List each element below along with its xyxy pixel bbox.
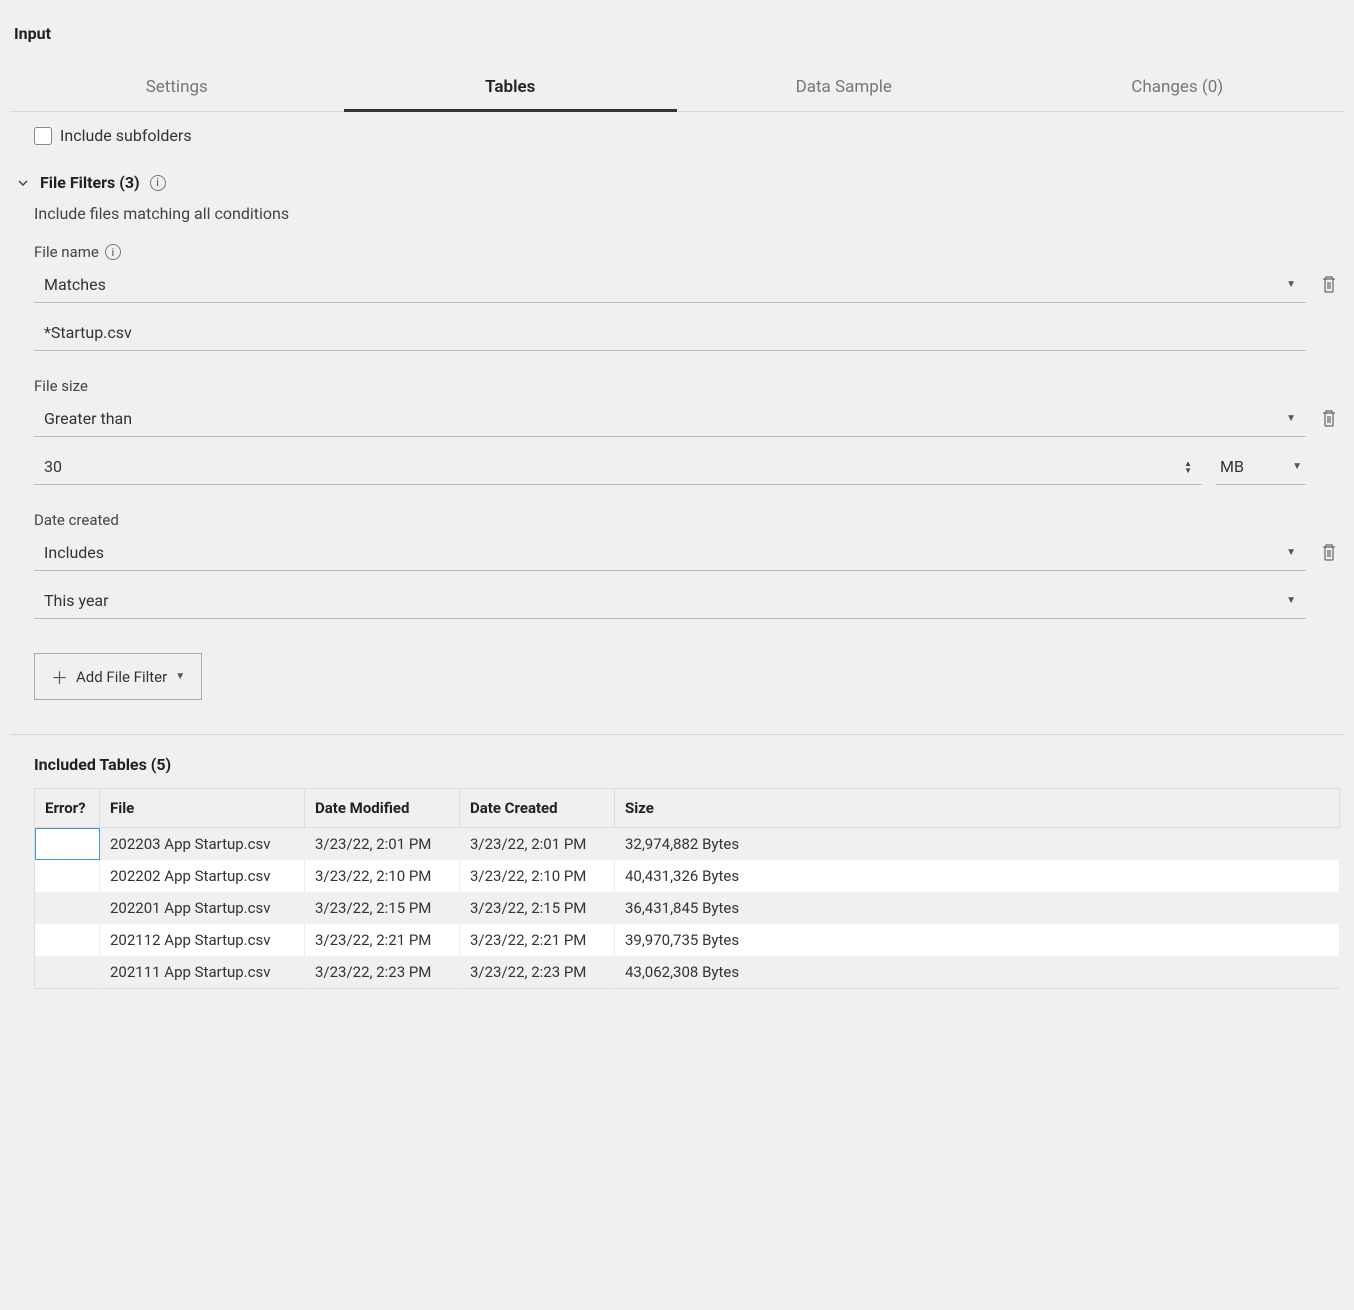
table-row[interactable]: 202111 App Startup.csv 3/23/22, 2:23 PM … [35, 956, 1340, 989]
caret-down-icon: ▼ [1286, 279, 1296, 290]
cell-created[interactable]: 3/23/22, 2:15 PM [460, 892, 615, 924]
tab-tables[interactable]: Tables [344, 63, 678, 111]
included-tables-title: Included Tables (5) [34, 755, 1340, 774]
filter-filesize-label: File size [34, 377, 88, 395]
cell-modified[interactable]: 3/23/22, 2:21 PM [305, 924, 460, 956]
cell-modified[interactable]: 3/23/22, 2:10 PM [305, 860, 460, 892]
cell-size[interactable]: 39,970,735 Bytes [615, 924, 1340, 956]
cell-size[interactable]: 32,974,882 Bytes [615, 828, 1340, 861]
tab-settings[interactable]: Settings [10, 63, 344, 111]
table-row[interactable]: 202201 App Startup.csv 3/23/22, 2:15 PM … [35, 892, 1340, 924]
cell-created[interactable]: 3/23/22, 2:01 PM [460, 828, 615, 861]
tab-changes[interactable]: Changes (0) [1011, 63, 1345, 111]
trash-icon[interactable] [1320, 274, 1340, 296]
cell-error[interactable] [35, 860, 100, 892]
filter-filesize-value-text: 30 [44, 457, 62, 476]
filter-datecreated-value[interactable]: This year ▼ [34, 583, 1306, 619]
caret-down-icon: ▼ [1286, 547, 1296, 558]
table-row[interactable]: 202203 App Startup.csv 3/23/22, 2:01 PM … [35, 828, 1340, 861]
filter-filename-value-input[interactable]: *Startup.csv [34, 315, 1306, 351]
filter-filesize-value-input[interactable]: 30 ▲ ▼ [34, 449, 1202, 485]
filter-datecreated-label: Date created [34, 511, 119, 529]
cell-error[interactable] [35, 924, 100, 956]
number-stepper[interactable]: ▲ ▼ [1184, 460, 1192, 474]
cell-created[interactable]: 3/23/22, 2:23 PM [460, 956, 615, 989]
stepper-down-icon[interactable]: ▼ [1184, 467, 1192, 474]
cell-size[interactable]: 40,431,326 Bytes [615, 860, 1340, 892]
chevron-down-icon[interactable] [16, 176, 30, 190]
filter-filesize-operator[interactable]: Greater than ▼ [34, 401, 1306, 437]
tab-bar: Settings Tables Data Sample Changes (0) [10, 63, 1344, 112]
filter-filesize-operator-value: Greater than [44, 409, 132, 428]
filter-datecreated-operator[interactable]: Includes ▼ [34, 535, 1306, 571]
table-row[interactable]: 202112 App Startup.csv 3/23/22, 2:21 PM … [35, 924, 1340, 956]
info-icon[interactable]: i [150, 175, 166, 191]
cell-size[interactable]: 43,062,308 Bytes [615, 956, 1340, 989]
col-header-error[interactable]: Error? [35, 789, 100, 828]
filter-filesize-unit-value: MB [1220, 457, 1244, 476]
cell-created[interactable]: 3/23/22, 2:10 PM [460, 860, 615, 892]
filter-filesize-unit[interactable]: MB ▼ [1216, 449, 1306, 485]
filter-filename-value-text: *Startup.csv [44, 323, 132, 342]
caret-down-icon: ▼ [175, 671, 185, 682]
include-subfolders-label: Include subfolders [60, 126, 192, 145]
cell-modified[interactable]: 3/23/22, 2:23 PM [305, 956, 460, 989]
cell-file[interactable]: 202112 App Startup.csv [100, 924, 305, 956]
cell-file[interactable]: 202202 App Startup.csv [100, 860, 305, 892]
cell-modified[interactable]: 3/23/22, 2:15 PM [305, 892, 460, 924]
table-row[interactable]: 202202 App Startup.csv 3/23/22, 2:10 PM … [35, 860, 1340, 892]
cell-error[interactable] [35, 828, 100, 861]
filter-filename-operator[interactable]: Matches ▼ [34, 267, 1306, 303]
caret-down-icon: ▼ [1292, 461, 1302, 472]
cell-created[interactable]: 3/23/22, 2:21 PM [460, 924, 615, 956]
filter-datecreated-operator-value: Includes [44, 543, 104, 562]
filter-filename-operator-value: Matches [44, 275, 106, 294]
filter-filename-label: File name [34, 243, 99, 261]
caret-down-icon: ▼ [1286, 595, 1296, 606]
col-header-modified[interactable]: Date Modified [305, 789, 460, 828]
trash-icon[interactable] [1320, 542, 1340, 564]
include-subfolders-checkbox[interactable] [34, 127, 52, 145]
cell-file[interactable]: 202111 App Startup.csv [100, 956, 305, 989]
plus-icon: ＋ [51, 664, 68, 689]
add-file-filter-button[interactable]: ＋ Add File Filter ▼ [34, 653, 202, 700]
file-filters-subtitle: Include files matching all conditions [34, 192, 1340, 243]
trash-icon[interactable] [1320, 408, 1340, 430]
caret-down-icon: ▼ [1286, 413, 1296, 424]
cell-error[interactable] [35, 892, 100, 924]
cell-file[interactable]: 202203 App Startup.csv [100, 828, 305, 861]
file-filters-title: File Filters (3) [40, 173, 140, 192]
add-file-filter-label: Add File Filter [76, 668, 167, 686]
tab-data-sample[interactable]: Data Sample [677, 63, 1011, 111]
included-tables-grid: Error? File Date Modified Date Created S… [34, 788, 1340, 989]
cell-size[interactable]: 36,431,845 Bytes [615, 892, 1340, 924]
col-header-size[interactable]: Size [615, 789, 1340, 828]
cell-modified[interactable]: 3/23/22, 2:01 PM [305, 828, 460, 861]
page-title: Input [0, 0, 1354, 63]
filter-datecreated-value-text: This year [44, 591, 109, 610]
col-header-created[interactable]: Date Created [460, 789, 615, 828]
info-icon[interactable]: i [105, 244, 121, 260]
col-header-file[interactable]: File [100, 789, 305, 828]
cell-error[interactable] [35, 956, 100, 989]
cell-file[interactable]: 202201 App Startup.csv [100, 892, 305, 924]
